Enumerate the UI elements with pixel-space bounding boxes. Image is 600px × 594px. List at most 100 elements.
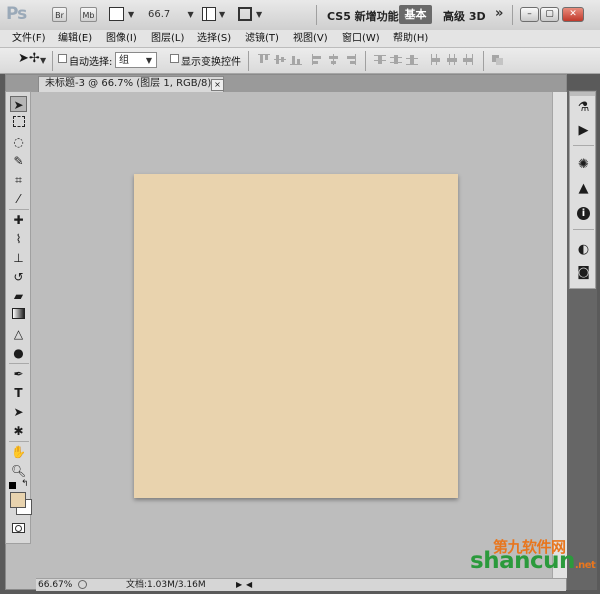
lasso-tool-icon[interactable]: ◌: [10, 134, 27, 150]
menu-window[interactable]: 窗口(W): [342, 31, 380, 46]
masks-panel-icon[interactable]: ◐: [576, 242, 591, 257]
blur-tool-icon[interactable]: △: [10, 326, 27, 342]
eraser-tool-icon[interactable]: ▰: [10, 288, 27, 304]
align-top-icon[interactable]: [258, 54, 270, 65]
foreground-color-swatch[interactable]: [10, 492, 26, 508]
divider: [573, 229, 594, 230]
zoom-level-field[interactable]: 66.7 ▼: [148, 6, 198, 23]
scroll-left-arrow-icon[interactable]: ◀: [246, 579, 252, 591]
chevron-down-icon[interactable]: ▼: [40, 56, 46, 65]
distribute-vertical-center-icon[interactable]: [390, 54, 402, 65]
eyedropper-tool-icon[interactable]: ⁄: [10, 191, 27, 207]
restore-button[interactable]: ▢: [540, 7, 559, 22]
move-tool-preset-icon[interactable]: ➤✢: [18, 51, 40, 66]
actions-panel-icon[interactable]: ▶: [576, 123, 591, 138]
document-tab[interactable]: 未标题-3 @ 66.7% (图层 1, RGB/8) * ×: [38, 76, 224, 92]
distribute-bottom-icon[interactable]: [406, 54, 418, 65]
restore-icon: ▢: [545, 9, 554, 19]
gradient-tool-icon[interactable]: [10, 307, 27, 323]
document-tab-title: 未标题-3 @ 66.7% (图层 1, RGB/8) *: [45, 78, 220, 89]
more-workspaces-icon[interactable]: »: [495, 6, 503, 21]
minimize-button[interactable]: –: [520, 7, 539, 22]
divider: [9, 363, 29, 364]
distribute-right-icon[interactable]: [462, 54, 474, 65]
menu-filter[interactable]: 滤镜(T): [245, 31, 279, 46]
swap-colors-icon[interactable]: ↰: [21, 479, 29, 489]
tools-panel: ➤ ◌ ✎ ⌗ ⁄ ✚ ⌇ ⊥ ↺ ▰ △ ● ✒ T ➤ ✱ ✋ 🔍︎ ↰: [5, 91, 32, 544]
color-panel-icon[interactable]: ⚗: [576, 100, 591, 115]
document-size-info: 文档:1.03M/3.16M: [126, 580, 206, 590]
menu-view[interactable]: 视图(V): [293, 31, 328, 46]
vertical-scrollbar[interactable]: [552, 92, 567, 578]
type-tool-icon[interactable]: T: [10, 385, 27, 401]
workspace-advanced-3d[interactable]: 高级 3D: [443, 8, 486, 24]
menu-layer[interactable]: 图层(L): [151, 31, 184, 46]
move-tool-icon[interactable]: ➤: [10, 96, 27, 112]
chevron-down-icon[interactable]: ▼: [128, 10, 134, 19]
options-bar: ➤✢ ▼ 自动选择: 组 ▼ 显示变换控件: [0, 48, 600, 74]
menu-select[interactable]: 选择(S): [197, 31, 231, 46]
menu-bar: 文件(F) 编辑(E) 图像(I) 图层(L) 选择(S) 滤镜(T) 视图(V…: [0, 30, 600, 48]
adjustments-panel-icon[interactable]: ✺: [576, 157, 591, 172]
status-options-icon[interactable]: [78, 580, 87, 589]
zoom-level-value: 66.7: [148, 9, 171, 20]
menu-image[interactable]: 图像(I): [106, 31, 137, 46]
workspace-cs5-new-features[interactable]: CS5 新增功能: [327, 8, 399, 24]
auto-select-checkbox[interactable]: [58, 54, 67, 63]
crop-tool-icon[interactable]: ⌗: [10, 172, 27, 188]
divider: [573, 145, 594, 146]
hand-tool-icon[interactable]: ✋: [10, 444, 27, 460]
show-transform-controls-checkbox[interactable]: [170, 54, 179, 63]
default-colors-icon[interactable]: [9, 482, 16, 489]
marquee-tool-icon[interactable]: [10, 115, 27, 131]
chevron-down-icon[interactable]: ▼: [256, 10, 262, 19]
align-horizontal-center-icon[interactable]: [328, 54, 340, 65]
align-vertical-center-icon[interactable]: [274, 54, 286, 65]
chevron-down-icon: ▼: [187, 10, 194, 19]
close-button[interactable]: ✕: [562, 7, 584, 22]
chevron-down-icon[interactable]: ▼: [219, 10, 225, 19]
menu-help[interactable]: 帮助(H): [393, 31, 428, 46]
view-extras-icon[interactable]: [109, 7, 124, 21]
path-select-icon[interactable]: ➤: [10, 404, 27, 420]
layers-panel-icon[interactable]: ◙: [576, 265, 591, 280]
panel-grip[interactable]: [570, 92, 595, 96]
tab-close-icon[interactable]: ×: [211, 79, 224, 91]
zoom-status[interactable]: 66.67%: [38, 579, 72, 591]
align-left-icon[interactable]: [312, 54, 324, 65]
divider: [9, 441, 29, 442]
shape-tool-icon[interactable]: ✱: [10, 423, 27, 439]
bridge-button[interactable]: Br: [52, 7, 67, 22]
zoom-tool-icon[interactable]: 🔍︎: [10, 463, 27, 479]
workspace-essentials[interactable]: 基本: [399, 5, 432, 24]
distribute-top-icon[interactable]: [374, 54, 386, 65]
divider: [316, 5, 317, 25]
application-bar: Ps Br Mb ▼ 66.7 ▼ ▼ ▼ CS5 新增功能 基本 高级 3D …: [0, 0, 600, 31]
menu-edit[interactable]: 编辑(E): [58, 31, 92, 46]
align-right-icon[interactable]: [344, 54, 356, 65]
dodge-tool-icon[interactable]: ●: [10, 345, 27, 361]
document-canvas[interactable]: [134, 174, 458, 498]
arrange-documents-icon[interactable]: [202, 7, 216, 21]
history-brush-icon[interactable]: ↺: [10, 269, 27, 285]
histogram-panel-icon[interactable]: ▲: [576, 181, 591, 196]
brush-tool-icon[interactable]: ⌇: [10, 231, 27, 247]
healing-brush-icon[interactable]: ✚: [10, 212, 27, 228]
pen-tool-icon[interactable]: ✒: [10, 366, 27, 382]
menu-file[interactable]: 文件(F): [12, 31, 46, 46]
auto-select-dropdown[interactable]: 组 ▼: [115, 52, 157, 68]
quick-select-tool-icon[interactable]: ✎: [10, 153, 27, 169]
status-menu-arrow-icon[interactable]: ▶: [236, 579, 242, 591]
divider: [512, 5, 513, 25]
minibridge-button[interactable]: Mb: [80, 7, 97, 22]
divider: [365, 51, 366, 71]
info-panel-icon[interactable]: i: [576, 205, 591, 220]
screen-mode-icon[interactable]: [238, 7, 252, 21]
clone-stamp-icon[interactable]: ⊥: [10, 250, 27, 266]
auto-select-value: 组: [119, 55, 129, 66]
distribute-left-icon[interactable]: [430, 54, 442, 65]
auto-align-layers-icon[interactable]: [492, 54, 504, 65]
distribute-horizontal-center-icon[interactable]: [446, 54, 458, 65]
quick-mask-icon[interactable]: [12, 523, 25, 533]
align-bottom-icon[interactable]: [290, 54, 302, 65]
